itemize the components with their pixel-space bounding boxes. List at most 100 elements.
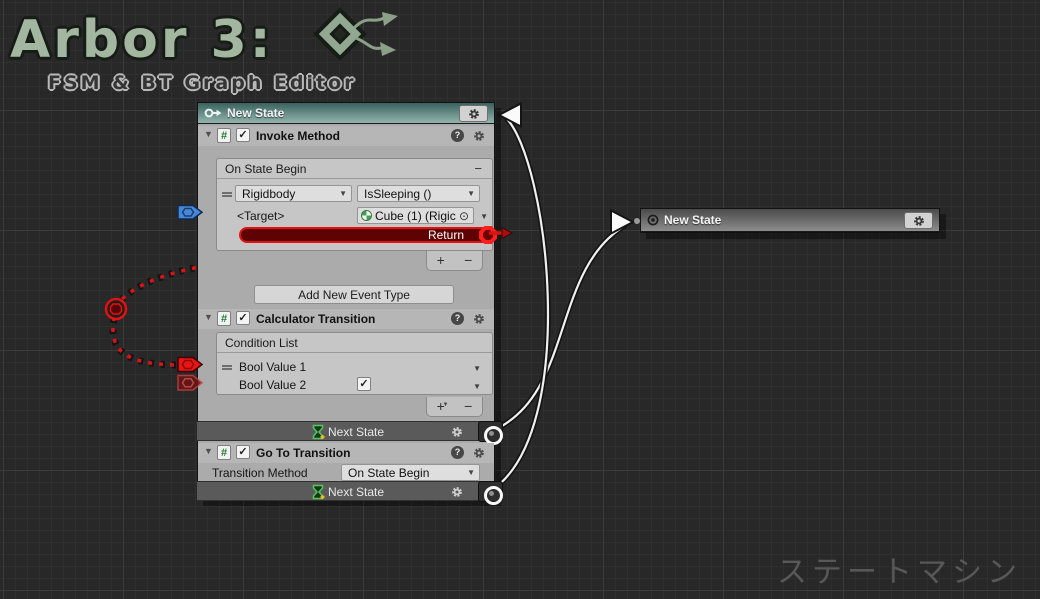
hash-badge[interactable]: # [217, 445, 231, 460]
chevron-down-icon: ▼ [467, 469, 475, 477]
hash-badge[interactable]: # [217, 311, 231, 326]
target-input-slot-inner [183, 209, 194, 217]
next-state-label: Next State [328, 485, 384, 499]
gear-icon[interactable] [451, 425, 463, 443]
state-machine-watermark: ステートマシン [777, 547, 1022, 591]
state-node-header[interactable]: New State [198, 103, 494, 124]
return-label: Return [428, 229, 464, 242]
transition-method-dropdown[interactable]: On State Begin ▼ [341, 464, 480, 481]
event-list-footer: + − [426, 251, 483, 271]
gear-icon[interactable] [473, 446, 485, 464]
condition-label: Bool Value 2 [239, 378, 306, 392]
foldout-triangle-icon[interactable]: ▼ [204, 130, 213, 139]
add-new-event-type-button[interactable]: Add New Event Type [254, 285, 454, 304]
state-link-slot[interactable] [478, 481, 503, 502]
transition-wire-to-target-node[interactable] [492, 225, 626, 431]
next-state-label: Next State [328, 425, 384, 439]
hash-badge[interactable]: # [217, 128, 231, 143]
next-state-bar-goto[interactable]: Next State [197, 481, 495, 501]
bool-value-2-slot-inner [183, 379, 194, 387]
return-wire-arrow [502, 228, 512, 239]
state-node-title: New State [227, 106, 284, 120]
foldout-triangle-icon[interactable]: ▼ [204, 313, 213, 322]
remove-element-button[interactable]: − [455, 397, 483, 416]
bool-value-1-slot-inner [183, 361, 194, 369]
help-icon[interactable]: ? [451, 312, 464, 325]
return-data-slot-icon[interactable] [479, 226, 497, 244]
event-list-header[interactable]: On State Begin − [217, 159, 492, 179]
arbor-logo-subtitle: FSM & BT Graph Editor [48, 72, 357, 94]
gear-icon [468, 108, 480, 120]
target-state-node[interactable]: New State [640, 208, 940, 233]
state-link-slot[interactable] [478, 421, 503, 442]
target-settings-button[interactable] [904, 212, 933, 229]
bool-value-checkbox[interactable]: ✓ [357, 377, 371, 391]
target-node-header[interactable]: New State [641, 209, 939, 232]
return-output-slot[interactable]: Return [239, 227, 492, 243]
transition-method-label: Transition Method [212, 466, 308, 480]
hourglass-icon [311, 484, 325, 500]
gear-icon [913, 215, 925, 227]
target-label: <Target> [237, 209, 284, 223]
event-list-title: On State Begin [225, 162, 306, 176]
behaviour-title: Invoke Method [256, 129, 340, 143]
component-dropdown-value: Rigidbody [242, 187, 295, 201]
reroute-node-inner [111, 304, 122, 314]
arbor-logo: Arbor 3: FSM & BT Graph Editor [10, 10, 357, 94]
graph-canvas[interactable]: Arbor 3: FSM & BT Graph Editor New State [0, 0, 1040, 599]
behaviour-title: Calculator Transition [256, 312, 375, 326]
state-settings-button[interactable] [459, 105, 488, 122]
invoke-enabled-checkbox[interactable]: ✓ [236, 128, 250, 142]
condition-list-box: Condition List Bool Value 1 ▼ Bool Value… [216, 332, 493, 395]
collapse-button[interactable]: − [474, 161, 482, 176]
help-icon[interactable]: ? [451, 129, 464, 142]
arbor-logo-title: Arbor 3: [10, 10, 357, 70]
reorder-handle-icon[interactable] [222, 365, 232, 370]
help-icon[interactable]: ? [451, 446, 464, 459]
component-dropdown[interactable]: Rigidbody ▼ [235, 185, 352, 202]
add-element-menu-button[interactable]: +▼ [427, 397, 455, 416]
remove-element-button[interactable]: − [455, 251, 483, 270]
condition-list-header[interactable]: Condition List [217, 333, 492, 353]
foldout-triangle-icon[interactable]: ▼ [204, 447, 213, 456]
transition-method-row: Transition Method On State Begin ▼ [198, 463, 494, 482]
add-element-button[interactable]: + [427, 251, 455, 270]
reroute-node[interactable] [106, 299, 126, 319]
condition-label: Bool Value 1 [239, 360, 306, 374]
arbor-logo-branch-icon [310, 4, 400, 70]
gear-icon[interactable] [451, 485, 463, 503]
method-dropdown-value: IsSleeping () [364, 187, 431, 201]
reorder-handle-icon[interactable] [222, 192, 232, 197]
calculator-enabled-checkbox[interactable]: ✓ [236, 311, 250, 325]
slot-type-dropdown-icon[interactable]: ▼ [480, 212, 488, 221]
chevron-down-icon: ▼ [443, 396, 449, 414]
behaviour-header-invoke-method[interactable]: ▼ # ✓ Invoke Method ? [198, 126, 494, 146]
condition-list-title: Condition List [225, 336, 298, 350]
data-wire-shadow2 [113, 319, 176, 365]
method-row: Rigidbody ▼ IsSleeping () ▼ [217, 185, 492, 203]
return-data-slot-inner [483, 230, 493, 240]
method-dropdown[interactable]: IsSleeping () ▼ [357, 185, 480, 202]
state-icon [647, 214, 659, 226]
start-state-icon [204, 107, 222, 119]
behaviour-header-go-to-transition[interactable]: ▼ # ✓ Go To Transition ? [198, 443, 494, 463]
gear-icon[interactable] [473, 312, 485, 330]
condition-row-1[interactable]: Bool Value 1 ▼ [217, 358, 492, 376]
chevron-down-icon[interactable]: ▼ [473, 364, 481, 373]
gear-icon[interactable] [473, 129, 485, 147]
state-node[interactable]: New State ▼ # ✓ Invoke Method ? On State… [197, 102, 495, 500]
next-state-bar-calculator[interactable]: Next State [197, 421, 495, 441]
target-object-value: Cube (1) (Rigic [375, 209, 459, 223]
transition-arrowhead-into-target-node [611, 211, 633, 234]
condition-row-2[interactable]: Bool Value 2 ✓ ▼ [217, 376, 492, 394]
target-object-field[interactable]: Cube (1) (Rigic ⊙ [357, 207, 474, 224]
target-node-title: New State [664, 213, 721, 227]
data-wire-reroute-to-bool[interactable] [113, 319, 176, 365]
chevron-down-icon[interactable]: ▼ [473, 382, 481, 391]
object-picker-icon[interactable]: ⊙ [459, 210, 471, 222]
event-list-box: On State Begin − Rigidbody ▼ IsSleeping … [216, 158, 493, 251]
behaviour-header-calculator-transition[interactable]: ▼ # ✓ Calculator Transition ? [198, 309, 494, 329]
target-row: <Target> Cube (1) (Rigic ⊙ ▼ [217, 207, 492, 225]
goto-enabled-checkbox[interactable]: ✓ [236, 445, 250, 459]
chevron-down-icon: ▼ [467, 190, 475, 198]
